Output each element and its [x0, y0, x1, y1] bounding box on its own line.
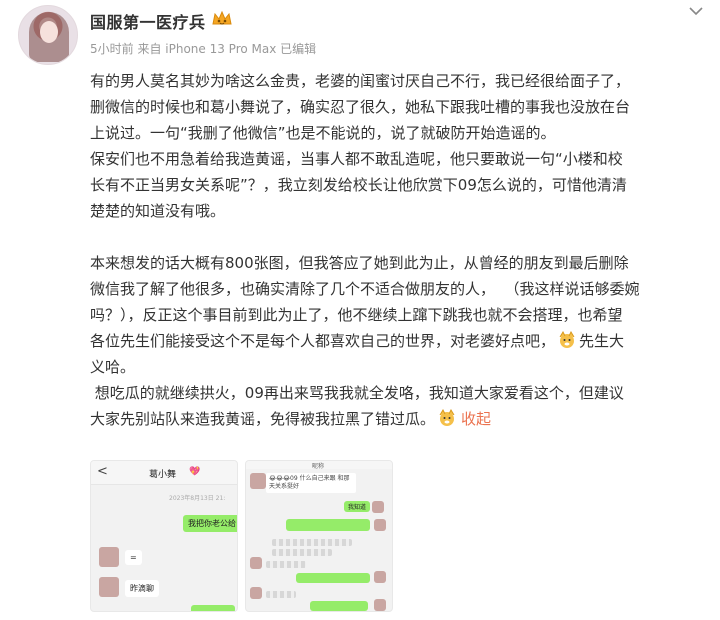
- chat-avatar: [374, 519, 386, 531]
- post-line-text: 各位先生们能接受这个不是每个人都喜欢自己的世界，对老婆好点吧，: [90, 332, 556, 350]
- post-line: 本来想发的话大概有800张图，但我答应了她到此为止，从曾经的朋友到最后删除: [90, 254, 629, 272]
- chat-avatar: [99, 577, 119, 597]
- blurred-text: [266, 591, 296, 598]
- crown-icon: [212, 10, 232, 25]
- chat-bubble-sent: [191, 605, 235, 611]
- post-image-2[interactable]: 昵称 😂😂😂09 什么自己来跟 和那天关系挺好 我知道: [245, 460, 393, 612]
- chat-contact-name: 昵称: [312, 463, 325, 470]
- chat-avatar: [374, 571, 386, 583]
- chevron-down-icon[interactable]: [685, 3, 707, 19]
- post-line: 大家先别站队来造我黄谣，免得被我拉黑了错过瓜。 收起: [90, 406, 710, 432]
- doge-emoji-icon: [559, 331, 575, 348]
- chat-bubble-sent: 我知道: [344, 501, 371, 512]
- back-icon: <: [97, 464, 108, 479]
- chat-bubble-sent: [310, 601, 368, 611]
- chat-timestamp: 2023年8月13日 21:: [169, 495, 226, 502]
- avatar-face: [40, 21, 58, 43]
- post-line: 保安们也不用急着给我造黄谣，当事人都不敢乱造呢，他只要敢说一句“小楼和校: [90, 150, 623, 168]
- username[interactable]: 国服第一医疗兵: [90, 9, 206, 33]
- blurred-text: [266, 561, 306, 568]
- doge-emoji-icon: [439, 409, 455, 426]
- blurred-text: [272, 539, 352, 546]
- post-meta: 5小时前 来自 iPhone 13 Pro Max 已编辑: [90, 42, 317, 56]
- chat-avatar: [374, 599, 386, 611]
- chat-quote: 😂😂😂09 什么自己来跟 和那天关系挺好: [266, 473, 356, 493]
- post-line: 想吃瓜的就继续拱火，09再出来骂我我就全发咯，我知道大家爱看这个，但建议: [90, 384, 624, 402]
- post-body: 有的男人莫名其妙为啥这么金贵，老婆的闺蜜讨厌自己不行，我已经很给面子了， 删微信…: [90, 68, 710, 432]
- heart-icon: 💖: [189, 467, 201, 477]
- chat-avatar: [250, 587, 262, 599]
- chat-avatar: [250, 473, 266, 489]
- chat-avatar: [372, 501, 384, 513]
- chat-contact-name: 葛小舞: [149, 470, 177, 480]
- post-line: 各位先生们能接受这个不是每个人都喜欢自己的世界，对老婆好点吧， 先生大: [90, 328, 710, 354]
- collapse-link[interactable]: 收起: [461, 410, 491, 428]
- post-line-tail: 先生大: [579, 332, 625, 350]
- post-line: 删微信的时候也和葛小舞说了，确实忍了很久，她私下跟我吐槽的事我也没放在台: [90, 98, 631, 116]
- post-line: 吗？），反正这个事目前到此为止了，他不继续上蹿下跳我也就不会搭理，也希望: [90, 306, 623, 324]
- chat-bubble-sent: [286, 519, 370, 531]
- post-image-1[interactable]: < 葛小舞 💖 2023年8月13日 21: 我把你老公给 = 昨滴聊: [90, 460, 238, 612]
- post-line: 上说过。一句“我删了他微信”也是不能说的，说了就破防开始造谣的。: [90, 124, 556, 142]
- user-avatar[interactable]: [18, 5, 78, 65]
- chat-bubble-received: =: [125, 550, 142, 565]
- post-line: 长有不正当男女关系呢”？，我立刻发给校长让他欣赏下09怎么说的，可惜他清清: [90, 176, 627, 194]
- chat-bubble-sent: 我把你老公给: [183, 515, 237, 532]
- chat-avatar: [250, 557, 262, 569]
- chat-avatar: [99, 547, 119, 567]
- post-line: 义哈。: [90, 358, 136, 376]
- post-line: 有的男人莫名其妙为啥这么金贵，老婆的闺蜜讨厌自己不行，我已经很给面子了，: [90, 72, 631, 90]
- chat-bubble-received: 昨滴聊: [125, 580, 159, 597]
- post-line: 微信我了解了他很多，也确实清除了几个不适合做朋友的人， （我这样说话够委婉: [90, 280, 640, 298]
- post-line-text: 大家先别站队来造我黄谣，免得被我拉黑了错过瓜。: [90, 410, 436, 428]
- chat-bubble-sent: [296, 573, 370, 583]
- blurred-text: [272, 549, 332, 556]
- post-line: 楚楚的知道没有哦。: [90, 202, 226, 220]
